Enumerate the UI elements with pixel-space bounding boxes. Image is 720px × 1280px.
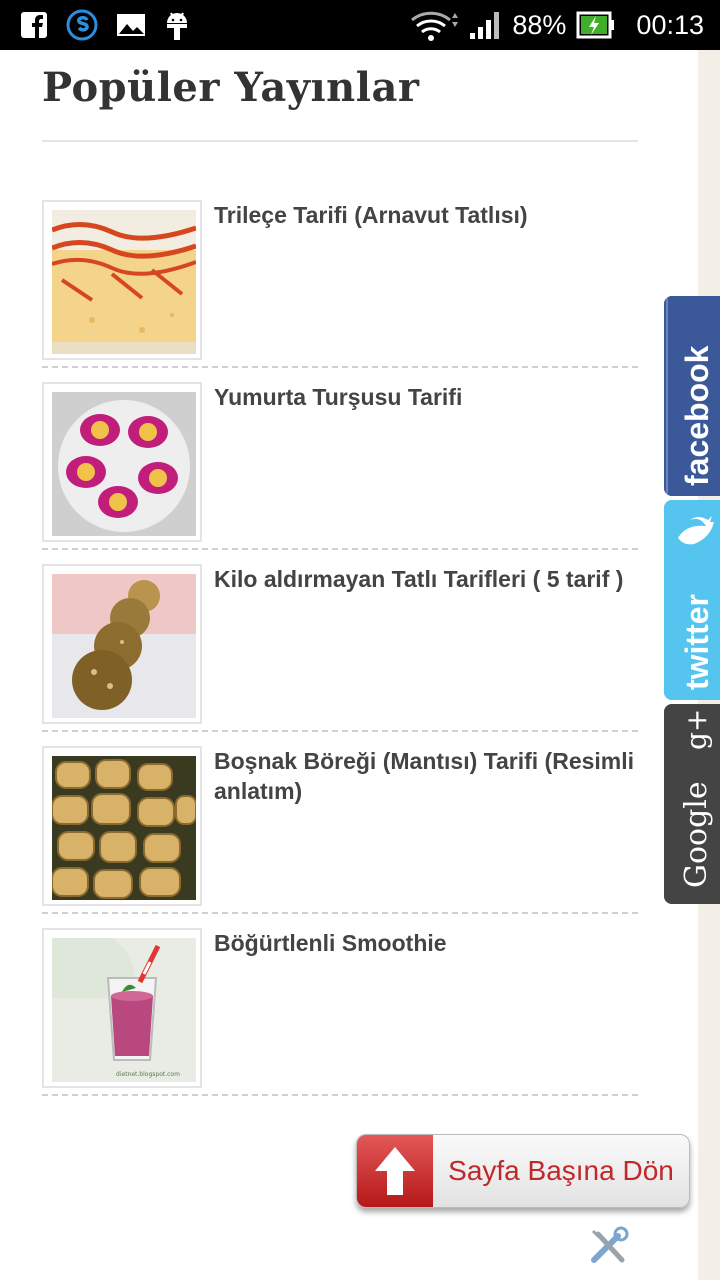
post-title-link[interactable]: Yumurta Turşusu Tarifi bbox=[214, 382, 638, 548]
post-thumbnail-trilece[interactable] bbox=[42, 200, 202, 360]
wifi-icon bbox=[408, 8, 459, 42]
list-item: Trileçe Tarifi (Arnavut Tatlısı) bbox=[42, 200, 638, 368]
post-title-link[interactable]: Boşnak Böreği (Mantısı) Tarifi (Resimli … bbox=[214, 746, 638, 912]
post-thumbnail-smoothie[interactable]: dietnet.blogspot.com bbox=[42, 928, 202, 1088]
battery-charging-icon bbox=[576, 10, 616, 40]
image-icon bbox=[116, 12, 146, 38]
list-item: Boşnak Böreği (Mantısı) Tarifi (Resimli … bbox=[42, 746, 638, 914]
arrow-up-icon bbox=[357, 1135, 433, 1207]
battery-percent: 88% bbox=[512, 9, 567, 40]
post-title-link[interactable]: Trileçe Tarifi (Arnavut Tatlısı) bbox=[214, 200, 638, 366]
popular-posts-widget: Popüler Yayınlar Trileçe Tarifi (Arnavut… bbox=[42, 50, 638, 1110]
post-title-link[interactable]: Kilo aldırmayan Tatlı Tarifleri ( 5 tari… bbox=[214, 564, 638, 730]
post-title-link[interactable]: Böğürtlenli Smoothie bbox=[214, 928, 638, 1094]
post-thumbnail-yumurta[interactable] bbox=[42, 382, 202, 542]
google-plus-share-tab[interactable]: g+ Google bbox=[664, 704, 720, 904]
android-icon bbox=[164, 9, 190, 41]
google-label: Google bbox=[679, 781, 714, 888]
post-list: Trileçe Tarifi (Arnavut Tatlısı) Yumurta… bbox=[42, 200, 638, 1096]
back-to-top-button[interactable]: Sayfa Başına Dön bbox=[356, 1134, 690, 1208]
twitter-label: twitter bbox=[679, 594, 715, 690]
facebook-icon bbox=[20, 11, 48, 39]
page-title: Popüler Yayınlar bbox=[42, 64, 420, 111]
facebook-label: facebook bbox=[679, 345, 715, 486]
divider bbox=[42, 140, 638, 142]
post-thumbnail-bosnak[interactable] bbox=[42, 746, 202, 906]
list-item: Yumurta Turşusu Tarifi bbox=[42, 382, 638, 550]
list-item: dietnet.blogspot.com Böğürtlenli Smoothi… bbox=[42, 928, 638, 1096]
back-to-top-label: Sayfa Başına Dön bbox=[448, 1155, 674, 1186]
facebook-share-tab[interactable]: facebook bbox=[664, 296, 720, 496]
skype-icon bbox=[66, 9, 98, 41]
status-bar: 88% 00:13 bbox=[0, 0, 720, 50]
thumbnail-credit: dietnet.blogspot.com bbox=[116, 1071, 180, 1078]
post-thumbnail-kilo[interactable] bbox=[42, 564, 202, 724]
signal-icon bbox=[468, 9, 502, 41]
clock: 00:13 bbox=[636, 9, 704, 40]
tools-icon[interactable] bbox=[588, 1226, 632, 1270]
google-plus-label: g+ bbox=[680, 709, 713, 750]
list-item: Kilo aldırmayan Tatlı Tarifleri ( 5 tari… bbox=[42, 564, 638, 732]
twitter-share-tab[interactable]: twitter bbox=[664, 500, 720, 700]
